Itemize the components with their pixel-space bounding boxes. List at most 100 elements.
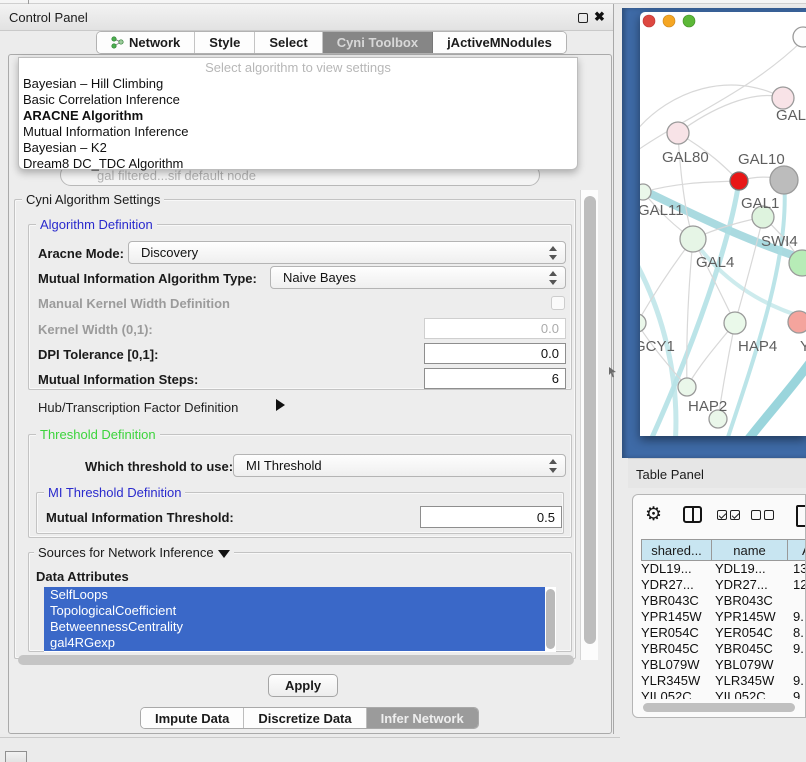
node-label: SWI4 (761, 233, 798, 250)
tab-jactivemnodules[interactable]: jActiveMNodules (433, 32, 566, 53)
list-vertical-scrollbar[interactable] (546, 589, 555, 649)
list-item[interactable]: gal4RGexp (44, 635, 545, 651)
mouse-cursor (608, 366, 618, 378)
list-item[interactable]: BetweennessCentrality (44, 619, 545, 635)
table-panel: shared... name A YDL19...YDL19...13 YDR2… (632, 494, 806, 718)
settings-horizontal-scrollbar[interactable] (18, 655, 574, 665)
control-panel-title: Control Panel (9, 10, 88, 25)
expand-right-arrow-icon[interactable] (276, 399, 285, 411)
column-header-partial[interactable]: A (787, 540, 806, 560)
float-window-icon[interactable] (578, 13, 588, 23)
stepper-arrows-icon (549, 246, 557, 260)
node-gcy1 (640, 314, 646, 332)
settings-vertical-scrollbar-track[interactable] (580, 190, 598, 660)
tab-impute-data[interactable]: Impute Data (141, 708, 244, 728)
algorithm-option[interactable]: Mutual Information Inference (23, 124, 188, 139)
document-icon[interactable] (796, 505, 806, 527)
list-item[interactable]: SelfLoops (44, 587, 545, 603)
network-canvas[interactable]: GAL GAL80 GAL10 GAL11 GAL1 SWI4 GAL4 GCY… (640, 12, 806, 436)
list-item[interactable]: TopologicalCoefficient (44, 603, 545, 619)
data-attributes-label: Data Attributes (36, 569, 129, 584)
tab-cyni-toolbox[interactable]: Cyni Toolbox (323, 32, 433, 53)
table-row[interactable]: YER054CYER054C8. (641, 625, 806, 641)
mi-threshold-input[interactable] (420, 506, 562, 528)
tab-discretize-data[interactable]: Discretize Data (244, 708, 366, 728)
control-panel-titlebar: Control Panel ✖ (0, 4, 613, 31)
settings-gear-icon[interactable] (645, 503, 662, 526)
table-row[interactable]: YBR045CYBR045C9. (641, 641, 806, 657)
table-body[interactable]: YDL19...YDL19...13 YDR27...YDR27...12 YB… (641, 561, 806, 699)
mac-zoom-icon[interactable] (683, 15, 695, 27)
screenshot-root: Control Panel ✖ Network Style Select Cyn… (0, 0, 806, 762)
which-threshold-label: Which threshold to use: (85, 459, 233, 474)
split-columns-icon[interactable] (683, 506, 702, 523)
table-row[interactable]: YLR345WYLR345W9. (641, 673, 806, 689)
tab-select[interactable]: Select (255, 32, 322, 53)
dpi-tolerance-label: DPI Tolerance [0,1]: (38, 347, 158, 362)
kernel-width-input[interactable] (424, 318, 566, 339)
table-horizontal-scrollbar[interactable] (643, 703, 795, 712)
close-icon[interactable]: ✖ (594, 9, 605, 25)
node-label: GAL (776, 107, 806, 124)
node-hap4 (724, 312, 746, 334)
node-label: GAL4 (696, 254, 734, 271)
tab-network-label: Network (129, 35, 180, 50)
sources-group-title[interactable]: Sources for Network Inference (34, 545, 234, 560)
cyni-bottom-tabbar: Impute Data Discretize Data Infer Networ… (140, 707, 479, 729)
node-label: HAP2 (688, 398, 727, 415)
algorithm-option-selected[interactable]: ARACNE Algorithm (23, 108, 143, 123)
node (793, 27, 806, 47)
table-row[interactable]: YPR145WYPR145W9. (641, 609, 806, 625)
node-gal4 (680, 226, 706, 252)
node-label: GAL11 (640, 202, 684, 219)
node-gal11 (640, 184, 651, 200)
node-gal10 (770, 166, 798, 194)
algorithm-option[interactable]: Basic Correlation Inference (23, 92, 180, 107)
column-header-name[interactable]: name (711, 540, 787, 560)
unchecked-checkboxes-icon[interactable] (751, 510, 774, 520)
table-row[interactable]: YBL079WYBL079W (641, 657, 806, 673)
table-header-row: shared... name A (641, 539, 806, 561)
apply-button[interactable]: Apply (268, 674, 338, 697)
mac-minimize-icon[interactable] (663, 15, 675, 27)
manual-kernel-checkbox[interactable] (551, 296, 565, 310)
algorithm-option[interactable]: Bayesian – K2 (23, 140, 107, 155)
table-row[interactable]: YBR043CYBR043C (641, 593, 806, 609)
settings-vertical-scrollbar-thumb[interactable] (584, 196, 596, 644)
mi-steps-label: Mutual Information Steps: (38, 372, 198, 387)
mi-type-select[interactable]: Naive Bayes (270, 266, 566, 289)
algorithm-placeholder: Select algorithm to view settings (19, 60, 577, 75)
data-attributes-list[interactable]: SelfLoops TopologicalCoefficient Between… (44, 587, 556, 652)
node-label: GAL80 (662, 149, 709, 166)
algorithm-option[interactable]: Dream8 DC_TDC Algorithm (23, 156, 183, 171)
control-panel-tabbar: Network Style Select Cyni Toolbox jActiv… (96, 31, 567, 54)
tab-network[interactable]: Network (97, 32, 195, 53)
network-view-window[interactable]: GAL GAL80 GAL10 GAL11 GAL1 SWI4 GAL4 GCY… (640, 12, 806, 436)
bottom-grip-icon[interactable] (5, 751, 27, 762)
status-bar-divider (0, 737, 620, 738)
table-row[interactable]: YIL052CYIL052C9. (641, 689, 806, 699)
algorithm-option[interactable]: Bayesian – Hill Climbing (23, 76, 163, 91)
node-label: GAL10 (738, 151, 785, 168)
tab-style[interactable]: Style (195, 32, 255, 53)
table-row[interactable]: YDR27...YDR27...12 (641, 577, 806, 593)
column-header-shared-name[interactable]: shared... (641, 540, 711, 560)
network-node-labels: GAL GAL80 GAL10 GAL11 GAL1 SWI4 GAL4 GCY… (640, 107, 806, 415)
cyni-algorithm-settings-title: Cyni Algorithm Settings (22, 192, 164, 207)
node-label: HAP4 (738, 338, 777, 355)
checked-checkboxes-icon[interactable] (717, 510, 740, 520)
stepper-arrows-icon (549, 459, 557, 473)
table-row[interactable]: YDL19...YDL19...13 (641, 561, 806, 577)
mi-steps-input[interactable] (424, 368, 566, 389)
aracne-mode-select[interactable]: Discovery (128, 241, 566, 264)
which-threshold-select[interactable]: MI Threshold (233, 454, 566, 477)
tab-infer-network[interactable]: Infer Network (367, 708, 478, 728)
hub-definition-label[interactable]: Hub/Transcription Factor Definition (38, 400, 238, 415)
node-selected-red (730, 172, 748, 190)
network-desktop: GAL GAL80 GAL10 GAL11 GAL1 SWI4 GAL4 GCY… (622, 8, 806, 458)
manual-kernel-label: Manual Kernel Width Definition (38, 296, 230, 311)
node-y (788, 311, 806, 333)
algorithm-dropdown-popup: Select algorithm to view settings Bayesi… (18, 57, 578, 170)
dpi-tolerance-input[interactable] (424, 343, 566, 364)
mac-close-icon[interactable] (643, 15, 655, 27)
